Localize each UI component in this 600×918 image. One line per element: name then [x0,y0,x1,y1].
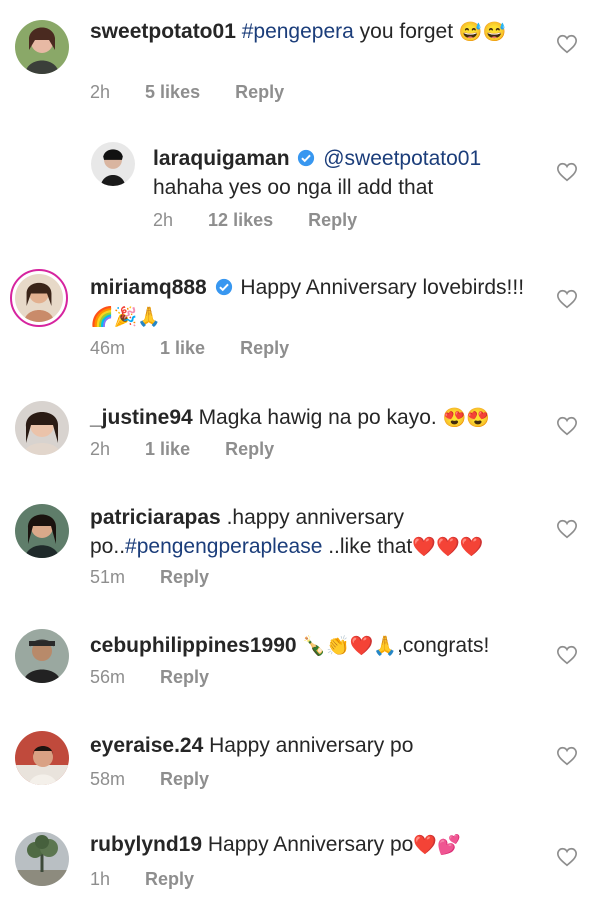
comment-meta: 46m 1 like Reply [90,338,319,359]
comment-username[interactable]: laraquigaman [153,147,290,170]
reply-button[interactable]: Reply [308,210,357,230]
comment-meta: 2h 12 likes Reply [153,210,387,231]
likes-count[interactable]: 12 likes [208,210,273,230]
comment-text: sweetpotato01 #pengepera you forget 😅😅 [90,17,530,47]
comment-time: 58m [90,769,126,789]
reply-button[interactable]: Reply [240,338,289,358]
heart-icon[interactable] [556,288,578,310]
comment-text: patriciarapas .happy anniversary po..#pe… [90,503,530,562]
heart-icon[interactable] [556,518,578,540]
reply-button[interactable]: Reply [160,567,209,587]
comment-meta: 2h 5 likes Reply [90,82,314,103]
comment-time: 56m [90,667,126,687]
comment-item: rubylynd19 Happy Anniversary po❤️💕 1h Re… [0,818,600,918]
comment-text: cebuphilippines1990 🍾👏❤️🙏,congrats! [90,631,530,661]
heart-icon[interactable] [556,846,578,868]
comment-body: you forget [353,20,459,43]
emoji: 🍾👏❤️🙏 [302,636,398,657]
avatar[interactable] [15,504,69,558]
avatar[interactable] [91,142,135,186]
reply-button[interactable]: Reply [225,439,274,459]
reply-comment-item: laraquigaman @sweetpotato01 hahaha yes o… [0,130,600,240]
comment-username[interactable]: cebuphilippines1990 [90,634,297,657]
reply-button[interactable]: Reply [235,82,284,102]
emoji: ❤️❤️❤️ [412,537,484,558]
hashtag-link[interactable]: #pengengperaplease [125,535,322,558]
comment-text: rubylynd19 Happy Anniversary po❤️💕 [90,830,530,860]
hashtag-link[interactable]: #pengepera [242,20,354,43]
comment-body: Happy anniversary po [209,734,414,757]
comment-item: cebuphilippines1990 🍾👏❤️🙏,congrats! 56m … [0,615,600,715]
mention-link[interactable]: @sweetpotato01 [323,147,481,170]
comment-text: _justine94 Magka hawig na po kayo. 😍😍 [90,403,530,433]
comment-text: eyeraise.24 Happy anniversary po [90,731,530,760]
heart-icon[interactable] [556,415,578,437]
comment-meta: 56m Reply [90,667,239,688]
comment-item: eyeraise.24 Happy anniversary po 58m Rep… [0,717,600,817]
comment-username[interactable]: miriamq888 [90,276,207,299]
heart-icon[interactable] [556,644,578,666]
comment-username[interactable]: patriciarapas [90,506,221,529]
heart-icon[interactable] [556,745,578,767]
avatar[interactable] [15,629,69,683]
avatar-story-ring[interactable] [10,269,68,327]
avatar[interactable] [15,20,69,74]
comment-body: Happy Anniversary lovebirds!!! [240,276,525,299]
comment-username[interactable]: eyeraise.24 [90,734,203,757]
likes-count[interactable]: 1 like [145,439,190,459]
comment-item: patriciarapas .happy anniversary po..#pe… [0,490,600,600]
likes-count[interactable]: 1 like [160,338,205,358]
comment-body-continued: ..like that [322,535,413,558]
emoji: 🌈🎉🙏 [90,307,161,328]
comment-item: _justine94 Magka hawig na po kayo. 😍😍 2h… [0,385,600,485]
comment-text: miriamq888 Happy Anniversary lovebirds!!… [90,273,530,332]
verified-badge-icon [215,278,232,296]
comment-username[interactable]: _justine94 [90,406,193,429]
avatar[interactable] [15,731,69,785]
comment-time: 2h [90,82,111,102]
comment-time: 2h [90,439,111,459]
avatar[interactable] [15,832,69,886]
comment-meta: 58m Reply [90,769,239,790]
heart-icon[interactable] [556,161,578,183]
emoji: 😅😅 [458,22,507,43]
comment-body: Magka hawig na po kayo. [198,406,443,429]
reply-button[interactable]: Reply [145,869,194,889]
comment-time: 51m [90,567,126,587]
comment-meta: 1h Reply [90,869,224,890]
emoji: ❤️💕 [413,835,461,856]
comment-item: sweetpotato01 #pengepera you forget 😅😅 2… [0,0,600,120]
reply-button[interactable]: Reply [160,667,209,687]
heart-icon[interactable] [556,33,578,55]
comment-body: ,congrats! [397,634,490,657]
avatar[interactable] [15,401,69,455]
comment-body: Happy Anniversary po [207,833,414,856]
comment-username[interactable]: rubylynd19 [90,833,202,856]
comment-time: 46m [90,338,126,358]
emoji: 😍😍 [442,408,490,429]
comment-time: 1h [90,869,111,889]
comment-item: miriamq888 Happy Anniversary lovebirds!!… [0,258,600,368]
comment-username[interactable]: sweetpotato01 [90,20,236,43]
likes-count[interactable]: 5 likes [145,82,200,102]
verified-badge-icon [298,149,315,167]
comment-text: laraquigaman @sweetpotato01 hahaha yes o… [153,144,533,202]
comment-time: 2h [153,210,174,230]
comment-meta: 2h 1 like Reply [90,439,304,460]
comment-meta: 51m Reply [90,567,239,588]
reply-button[interactable]: Reply [160,769,209,789]
comment-body: hahaha yes oo nga ill add that [153,176,434,199]
